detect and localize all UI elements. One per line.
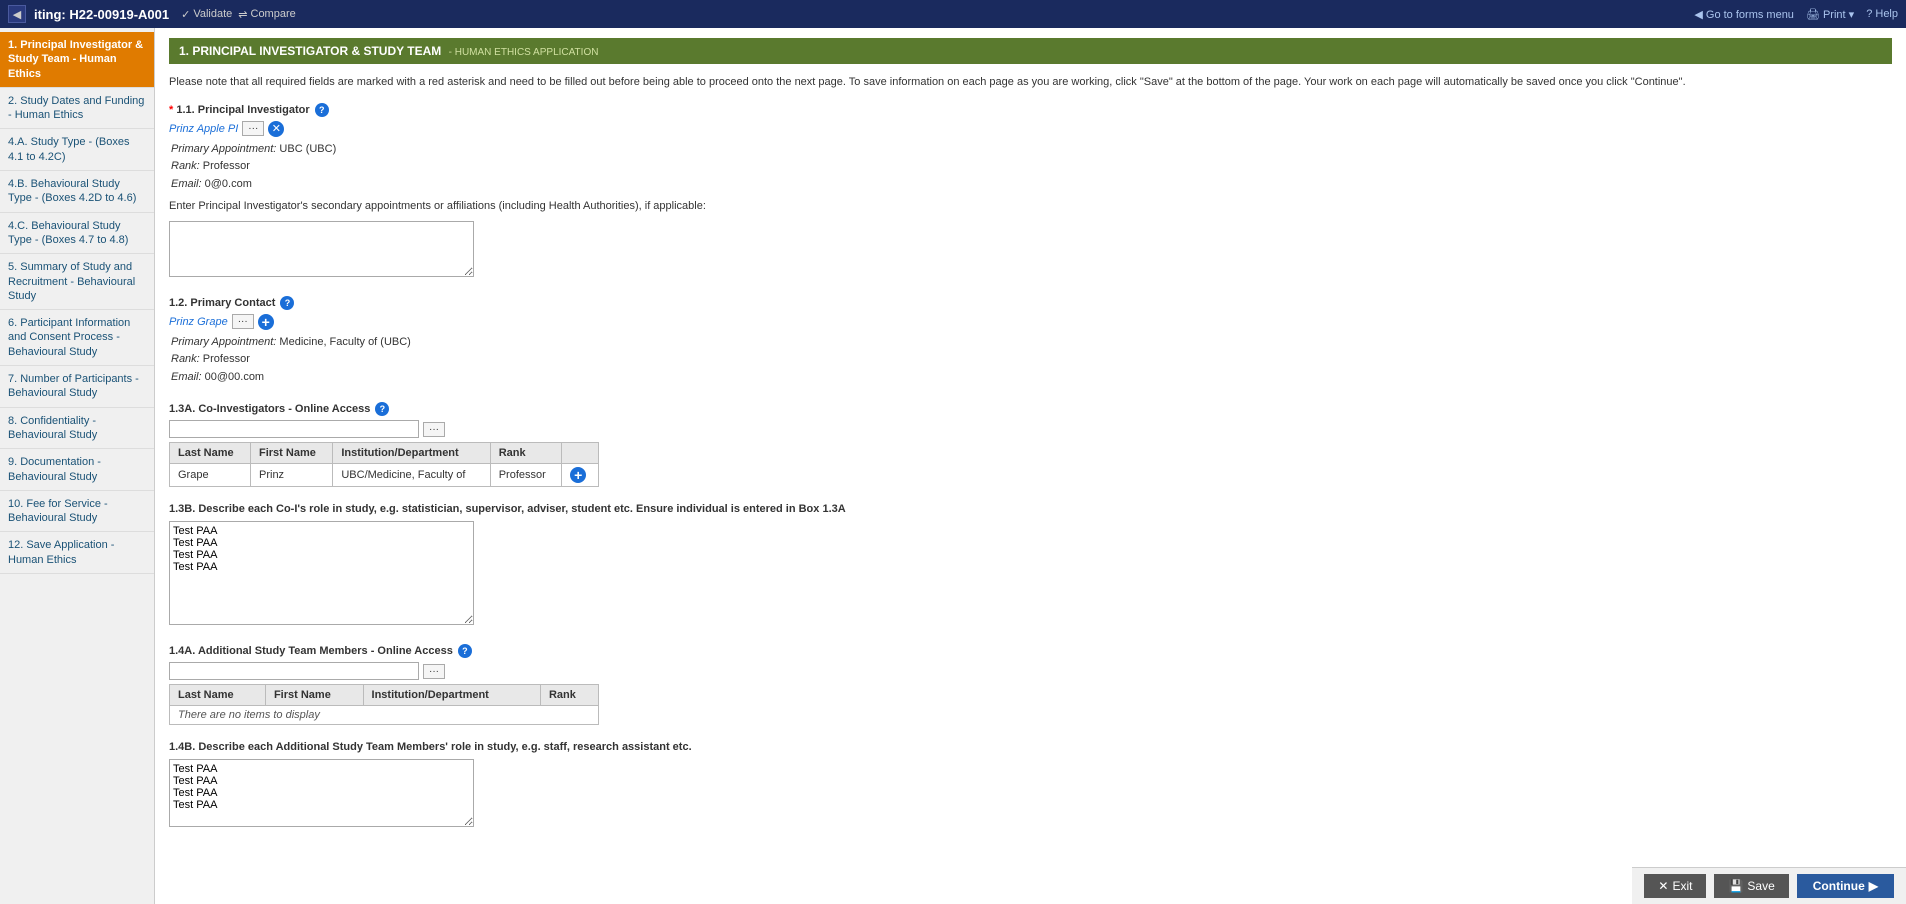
cell-remove: +	[562, 464, 599, 487]
save-icon: 💾	[1728, 879, 1743, 893]
cell-last-name: Grape	[170, 464, 251, 487]
sidebar-item-7[interactable]: 6. Participant Information and Consent P…	[0, 310, 154, 366]
collapse-sidebar-button[interactable]: ◀	[8, 5, 26, 23]
sidebar-item-3[interactable]: 4.A. Study Type - (Boxes 4.1 to 4.2C)	[0, 129, 154, 171]
validate-button[interactable]: ✓ Validate	[181, 8, 232, 21]
co-investigators-help-icon[interactable]: ?	[375, 402, 389, 416]
pi-remove-button[interactable]: ✕	[268, 121, 284, 137]
continue-arrow-icon: ▶	[1869, 879, 1878, 893]
sidebar-item-5[interactable]: 4.C. Behavioural Study Type - (Boxes 4.7…	[0, 213, 154, 255]
additional-team-search-button[interactable]: ···	[423, 664, 445, 679]
go-to-forms-link[interactable]: ◀ Go to forms menu	[1694, 8, 1794, 21]
sidebar-item-1[interactable]: 1. Principal Investigator & Study Team -…	[0, 32, 154, 88]
co-investigators-role-section: 1.3B. Describe each Co-I's role in study…	[169, 503, 1892, 628]
print-link[interactable]: 🖨 Print ▾	[1806, 8, 1854, 21]
top-bar: ◀ iting: H22-00919-A001 ✓ Validate ⇌ Com…	[0, 0, 1906, 28]
add-col-first-name: First Name	[265, 685, 363, 706]
sidebar-item-6[interactable]: 5. Summary of Study and Recruitment - Be…	[0, 254, 154, 310]
primary-contact-add-button[interactable]: +	[258, 314, 274, 330]
main-content: 1. PRINCIPAL INVESTIGATOR & STUDY TEAM -…	[155, 28, 1906, 904]
forms-icon: ◀	[1694, 9, 1702, 21]
pi-browse-button[interactable]: ···	[242, 121, 264, 136]
co-investigators-section: 1.3A. Co-Investigators - Online Access ?…	[169, 402, 1892, 487]
app-title: iting: H22-00919-A001	[34, 7, 169, 22]
sidebar-item-11[interactable]: 10. Fee for Service - Behavioural Study	[0, 491, 154, 533]
section-sub-label: - HUMAN ETHICS APPLICATION	[449, 47, 599, 58]
additional-team-role-textarea[interactable]: Test PAA Test PAA Test PAA Test PAA	[169, 759, 474, 827]
primary-contact-help-icon[interactable]: ?	[280, 296, 294, 310]
cell-institution: UBC/Medicine, Faculty of	[333, 464, 490, 487]
co-investigators-label: 1.3A. Co-Investigators - Online Access ?	[169, 402, 1892, 416]
add-col-institution: Institution/Department	[363, 685, 540, 706]
primary-contact-label: 1.2. Primary Contact ?	[169, 296, 1892, 310]
continue-button[interactable]: Continue ▶	[1797, 874, 1894, 898]
print-dropdown-icon: ▾	[1849, 9, 1855, 21]
sidebar-item-8[interactable]: 7. Number of Participants - Behavioural …	[0, 366, 154, 408]
bottom-bar: ✕ Exit 💾 Save Continue ▶	[1632, 867, 1906, 904]
pi-help-icon[interactable]: ?	[315, 103, 329, 117]
sidebar-item-12[interactable]: 12. Save Application - Human Ethics	[0, 532, 154, 574]
help-link[interactable]: ? Help	[1866, 8, 1898, 20]
pi-label: * 1.1. Principal Investigator ?	[169, 103, 1892, 117]
sidebar-item-2[interactable]: 2. Study Dates and Funding - Human Ethic…	[0, 88, 154, 130]
primary-contact-person-row: Prinz Grape ··· +	[169, 314, 1892, 330]
col-rank: Rank	[490, 443, 561, 464]
additional-team-section: 1.4A. Additional Study Team Members - On…	[169, 644, 1892, 725]
save-button[interactable]: 💾 Save	[1714, 874, 1788, 898]
co-investigators-search-button[interactable]: ···	[423, 422, 445, 437]
compare-button[interactable]: ⇌ Compare	[238, 8, 295, 21]
exit-button[interactable]: ✕ Exit	[1644, 874, 1706, 898]
col-action	[562, 443, 599, 464]
top-right-actions: ◀ Go to forms menu 🖨 Print ▾ ? Help	[1694, 8, 1898, 21]
sidebar: 1. Principal Investigator & Study Team -…	[0, 28, 155, 904]
additional-team-role-section: 1.4B. Describe each Additional Study Tea…	[169, 741, 1892, 830]
additional-team-role-label: 1.4B. Describe each Additional Study Tea…	[169, 741, 1892, 753]
pi-secondary-textarea[interactable]	[169, 221, 474, 277]
row-remove-button[interactable]: +	[570, 467, 586, 483]
pi-details: Primary Appointment: UBC (UBC) Rank: Pro…	[171, 141, 1892, 194]
sidebar-item-9[interactable]: 8. Confidentiality - Behavioural Study	[0, 408, 154, 450]
additional-team-search-row: ···	[169, 662, 1892, 680]
print-icon: 🖨	[1806, 9, 1820, 21]
pi-name: Prinz Apple PI	[169, 123, 238, 135]
no-items-label: There are no items to display	[170, 706, 599, 725]
table-row: Grape Prinz UBC/Medicine, Faculty of Pro…	[170, 464, 599, 487]
additional-team-table: Last Name First Name Institution/Departm…	[169, 684, 599, 725]
section-main-label: 1. PRINCIPAL INVESTIGATOR & STUDY TEAM	[179, 44, 441, 58]
co-investigators-role-textarea[interactable]: Test PAA Test PAA Test PAA Test PAA	[169, 521, 474, 625]
cell-first-name: Prinz	[251, 464, 333, 487]
col-last-name: Last Name	[170, 443, 251, 464]
co-investigators-search-input[interactable]	[169, 420, 419, 438]
co-investigators-search-row: ···	[169, 420, 1892, 438]
primary-contact-details: Primary Appointment: Medicine, Faculty o…	[171, 334, 1892, 387]
primary-contact-section: 1.2. Primary Contact ? Prinz Grape ··· +…	[169, 296, 1892, 387]
validate-icon: ✓	[181, 8, 190, 21]
primary-contact-browse-button[interactable]: ···	[232, 314, 254, 329]
instructions-text: Please note that all required fields are…	[169, 74, 1892, 91]
sidebar-item-4[interactable]: 4.B. Behavioural Study Type - (Boxes 4.2…	[0, 171, 154, 213]
help-icon: ?	[1866, 8, 1872, 20]
sidebar-item-10[interactable]: 9. Documentation - Behavioural Study	[0, 449, 154, 491]
col-institution: Institution/Department	[333, 443, 490, 464]
no-items-row: There are no items to display	[170, 706, 599, 725]
additional-team-search-input[interactable]	[169, 662, 419, 680]
co-investigators-role-label: 1.3B. Describe each Co-I's role in study…	[169, 503, 1892, 515]
section-header: 1. PRINCIPAL INVESTIGATOR & STUDY TEAM -…	[169, 38, 1892, 64]
exit-icon: ✕	[1658, 879, 1668, 893]
additional-team-label: 1.4A. Additional Study Team Members - On…	[169, 644, 1892, 658]
pi-person-row: Prinz Apple PI ··· ✕	[169, 121, 1892, 137]
primary-contact-name: Prinz Grape	[169, 316, 228, 328]
col-first-name: First Name	[251, 443, 333, 464]
co-investigators-table: Last Name First Name Institution/Departm…	[169, 442, 599, 487]
cell-rank: Professor	[490, 464, 561, 487]
pi-section: * 1.1. Principal Investigator ? Prinz Ap…	[169, 103, 1892, 280]
required-asterisk: *	[169, 104, 173, 116]
add-col-rank: Rank	[540, 685, 598, 706]
pi-secondary-label: Enter Principal Investigator's secondary…	[169, 199, 1892, 214]
compare-icon: ⇌	[238, 8, 247, 21]
additional-team-help-icon[interactable]: ?	[458, 644, 472, 658]
add-col-last-name: Last Name	[170, 685, 266, 706]
